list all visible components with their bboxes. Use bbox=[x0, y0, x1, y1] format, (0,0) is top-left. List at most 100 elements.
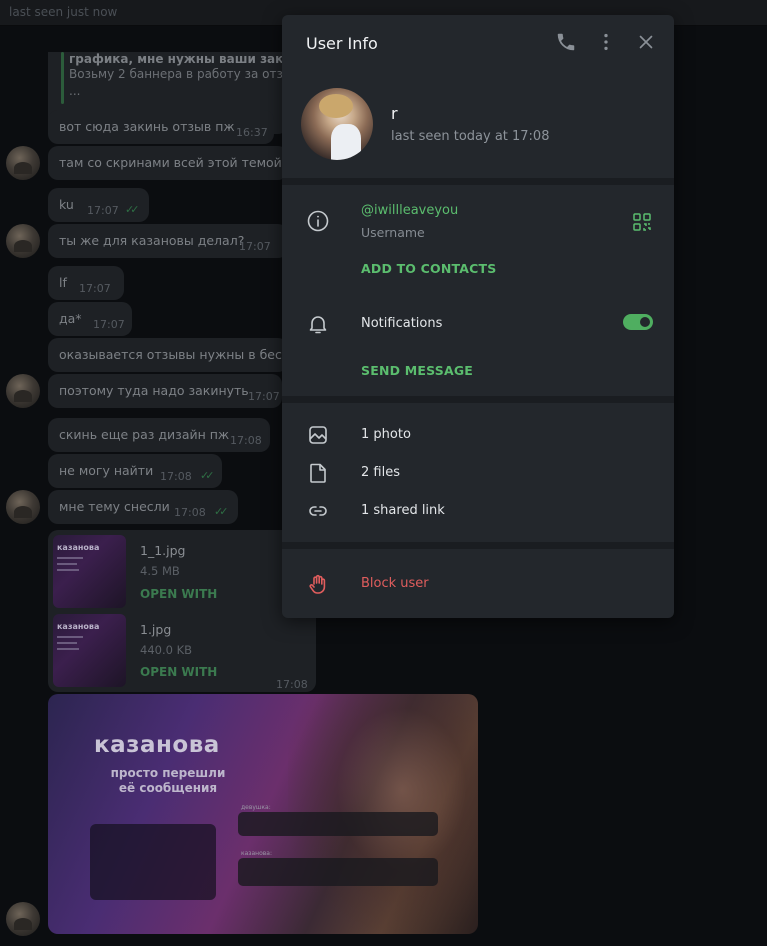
link-icon bbox=[306, 499, 330, 523]
read-checkmark-icon: ✓✓ bbox=[214, 505, 229, 518]
avatar[interactable] bbox=[6, 902, 40, 936]
add-to-contacts-button[interactable]: ADD TO CONTACTS bbox=[361, 261, 496, 276]
message-bubble[interactable]: мне тему снесли 17:08 ✓✓ bbox=[48, 490, 238, 524]
thumbnail-line bbox=[57, 557, 83, 559]
message-bubble[interactable]: поэтому туда надо закинуть 17:07 bbox=[48, 374, 282, 408]
quote-text: Возьму 2 баннера в работу за отзы bbox=[69, 67, 293, 81]
message-time: 17:07 bbox=[87, 204, 119, 217]
avatar-hair bbox=[319, 94, 353, 118]
send-message-button[interactable]: SEND MESSAGE bbox=[361, 363, 473, 378]
image-label: девушка: bbox=[241, 804, 271, 811]
username-label: Username bbox=[361, 225, 425, 240]
close-icon[interactable] bbox=[635, 31, 657, 53]
message-text: lf bbox=[59, 275, 67, 290]
section-divider bbox=[282, 178, 674, 185]
quote-ellipsis: ... bbox=[69, 84, 81, 98]
notifications-label: Notifications bbox=[361, 316, 443, 331]
message-time: 17:08 bbox=[160, 470, 192, 483]
message-time: 17:07 bbox=[248, 390, 280, 403]
file-size: 440.0 KB bbox=[140, 643, 193, 657]
username-value[interactable]: @iwillleaveyou bbox=[361, 203, 458, 218]
quote-author: графика, мне нужны ваши заказ bbox=[69, 52, 299, 66]
user-info-panel: User Info r last seen today at 17:08 @iw… bbox=[282, 15, 674, 618]
profile-avatar[interactable] bbox=[301, 88, 373, 160]
message-text: да* bbox=[59, 311, 82, 326]
qr-code-icon[interactable] bbox=[632, 212, 652, 232]
user-status: last seen today at 17:08 bbox=[391, 129, 550, 144]
toggle-knob bbox=[638, 315, 652, 329]
avatar-shirt bbox=[331, 124, 361, 160]
thumbnail-line bbox=[57, 648, 79, 650]
message-text: вот сюда закинь отзыв пж bbox=[59, 119, 235, 134]
message-time: 17:08 bbox=[230, 434, 262, 447]
thumbnail-line bbox=[57, 642, 77, 644]
open-with-button[interactable]: OPEN WITH bbox=[140, 587, 217, 601]
message-text: мне тему снесли bbox=[59, 499, 170, 514]
avatar[interactable] bbox=[6, 146, 40, 180]
message-bubble[interactable]: вот сюда закинь отзыв пж 16:37 bbox=[48, 110, 274, 144]
message-text: не могу найти bbox=[59, 463, 154, 478]
message-bubble[interactable]: да* 17:07 bbox=[48, 302, 132, 336]
thumbnail-title: казанова bbox=[57, 622, 100, 631]
image-subtitle: просто перешли её сообщения bbox=[110, 766, 226, 795]
chat-status: last seen just now bbox=[9, 5, 118, 19]
message-bubble[interactable]: не могу найти 17:08 ✓✓ bbox=[48, 454, 222, 488]
block-hand-icon bbox=[306, 572, 330, 596]
message-time: 17:08 bbox=[276, 678, 308, 691]
quote-bar bbox=[61, 52, 64, 104]
user-name: r bbox=[391, 104, 398, 123]
message-text: скинь еще раз дизайн пж bbox=[59, 427, 230, 442]
avatar[interactable] bbox=[6, 490, 40, 524]
file-icon bbox=[306, 461, 330, 485]
panel-title: User Info bbox=[306, 34, 378, 53]
file-name[interactable]: 1.jpg bbox=[140, 622, 171, 637]
message-text: ku bbox=[59, 197, 74, 212]
message-time: 17:07 bbox=[79, 282, 111, 295]
open-with-button[interactable]: OPEN WITH bbox=[140, 665, 217, 679]
message-bubble[interactable]: ты же для казановы делал? 17:07 bbox=[48, 224, 288, 258]
file-thumbnail[interactable]: казанова bbox=[53, 535, 126, 608]
image-title: казанова bbox=[94, 732, 220, 758]
avatar[interactable] bbox=[6, 224, 40, 258]
section-divider bbox=[282, 542, 674, 549]
image-message[interactable]: казанова просто перешли её сообщения дев… bbox=[48, 694, 478, 934]
photo-icon bbox=[306, 423, 330, 447]
message-bubble[interactable]: оказывается отзывы нужны в беспл bbox=[48, 338, 298, 372]
bell-icon bbox=[306, 312, 330, 336]
photos-link[interactable]: 1 photo bbox=[361, 427, 411, 442]
image-card bbox=[238, 812, 438, 836]
phone-icon[interactable] bbox=[555, 31, 577, 53]
thumbnail-line bbox=[57, 569, 79, 571]
file-thumbnail[interactable]: казанова bbox=[53, 614, 126, 687]
message-bubble[interactable]: lf 17:07 bbox=[48, 266, 124, 300]
file-size: 4.5 MB bbox=[140, 564, 180, 578]
message-time: 17:08 bbox=[174, 506, 206, 519]
avatar[interactable] bbox=[6, 374, 40, 408]
message-bubble[interactable]: там со скринами всей этой темой bbox=[48, 146, 288, 180]
file-attachments[interactable]: казанова 1_1.jpg 4.5 MB OPEN WITH казано… bbox=[48, 530, 316, 692]
block-user-button[interactable]: Block user bbox=[361, 576, 429, 591]
thumbnail-title: казанова bbox=[57, 543, 100, 552]
info-icon bbox=[306, 209, 330, 233]
read-checkmark-icon: ✓✓ bbox=[125, 203, 140, 216]
message-bubble[interactable]: скинь еще раз дизайн пж 17:08 bbox=[48, 418, 270, 452]
message-text: ты же для казановы делал? bbox=[59, 233, 245, 248]
image-card bbox=[90, 824, 216, 900]
message-text: там со скринами всей этой темой bbox=[59, 155, 282, 170]
shared-links-link[interactable]: 1 shared link bbox=[361, 503, 445, 518]
image-label: казанова: bbox=[241, 850, 272, 857]
notifications-toggle[interactable] bbox=[623, 314, 653, 330]
read-checkmark-icon: ✓✓ bbox=[200, 469, 215, 482]
section-divider bbox=[282, 396, 674, 403]
files-link[interactable]: 2 files bbox=[361, 465, 400, 480]
message-time: 16:37 bbox=[236, 126, 268, 139]
message-time: 17:07 bbox=[239, 240, 271, 253]
more-options-icon[interactable] bbox=[595, 31, 617, 53]
message-text: оказывается отзывы нужны в беспл bbox=[59, 347, 299, 362]
thumbnail-line bbox=[57, 636, 83, 638]
file-name[interactable]: 1_1.jpg bbox=[140, 543, 185, 558]
message-bubble[interactable]: ku 17:07 ✓✓ bbox=[48, 188, 149, 222]
message-time: 17:07 bbox=[93, 318, 125, 331]
thumbnail-line bbox=[57, 563, 77, 565]
image-card bbox=[238, 858, 438, 886]
